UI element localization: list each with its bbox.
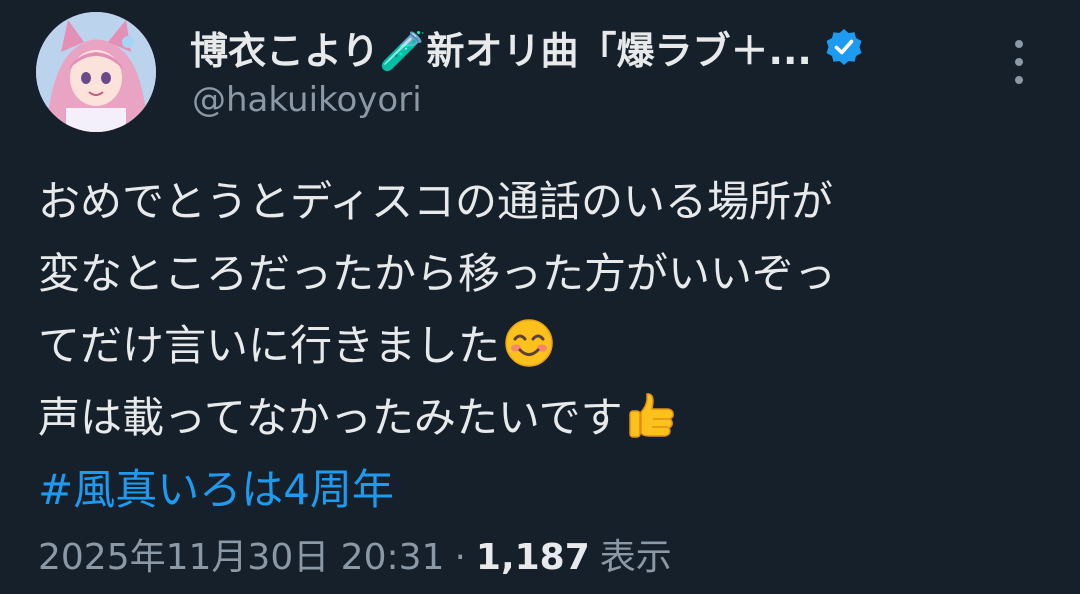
views-count[interactable]: 1,187 — [476, 537, 590, 578]
meta-separator: · — [454, 537, 466, 578]
tweet-card: 博衣こより🧪新オリ曲「爆ラブ＋... @hakuikoyori おめでとうとディ… — [0, 0, 1080, 594]
tweet-text-line: 変なところだったから移った方がいいぞっ — [38, 249, 837, 298]
more-dot — [1015, 76, 1023, 84]
more-dot — [1015, 58, 1023, 66]
tweet-text-line: 声は載ってなかったみたいです — [38, 393, 623, 442]
more-dot — [1015, 40, 1023, 48]
author-handle[interactable]: @hakuikoyori — [192, 80, 422, 120]
avatar-image — [36, 12, 156, 132]
tweet-text-line-with-emoji: 声は載ってなかったみたいです — [38, 382, 1038, 454]
tweet-text-line-with-emoji: てだけ言いに行きました — [38, 310, 1038, 382]
author-display-name[interactable]: 博衣こより🧪新オリ曲「爆ラブ＋... — [190, 20, 812, 75]
views-label: 表示 — [599, 537, 672, 578]
more-options-icon[interactable] — [1004, 40, 1034, 84]
tweet-text-line: おめでとうとディスコの通話のいる場所が — [38, 177, 834, 226]
tweet-text: おめでとうとディスコの通話のいる場所が 変なところだったから移った方がいいぞっ … — [38, 166, 1038, 526]
tweet-meta: 2025年11月30日 20:31 · 1,187 表示 — [38, 528, 672, 580]
thumbs-up-emoji — [628, 393, 674, 438]
tweet-text-line: てだけ言いに行きました — [38, 321, 501, 370]
verified-badge-icon — [824, 27, 864, 67]
hashtag-link[interactable]: #風真いろは4周年 — [38, 465, 394, 514]
author-header: 博衣こより🧪新オリ曲「爆ラブ＋... — [190, 20, 864, 74]
avatar[interactable] — [36, 12, 156, 132]
tweet-hashtag-line: #風真いろは4周年 — [38, 454, 1038, 526]
smiling-face-emoji — [505, 319, 553, 367]
tweet-timestamp[interactable]: 2025年11月30日 20:31 — [38, 528, 444, 580]
